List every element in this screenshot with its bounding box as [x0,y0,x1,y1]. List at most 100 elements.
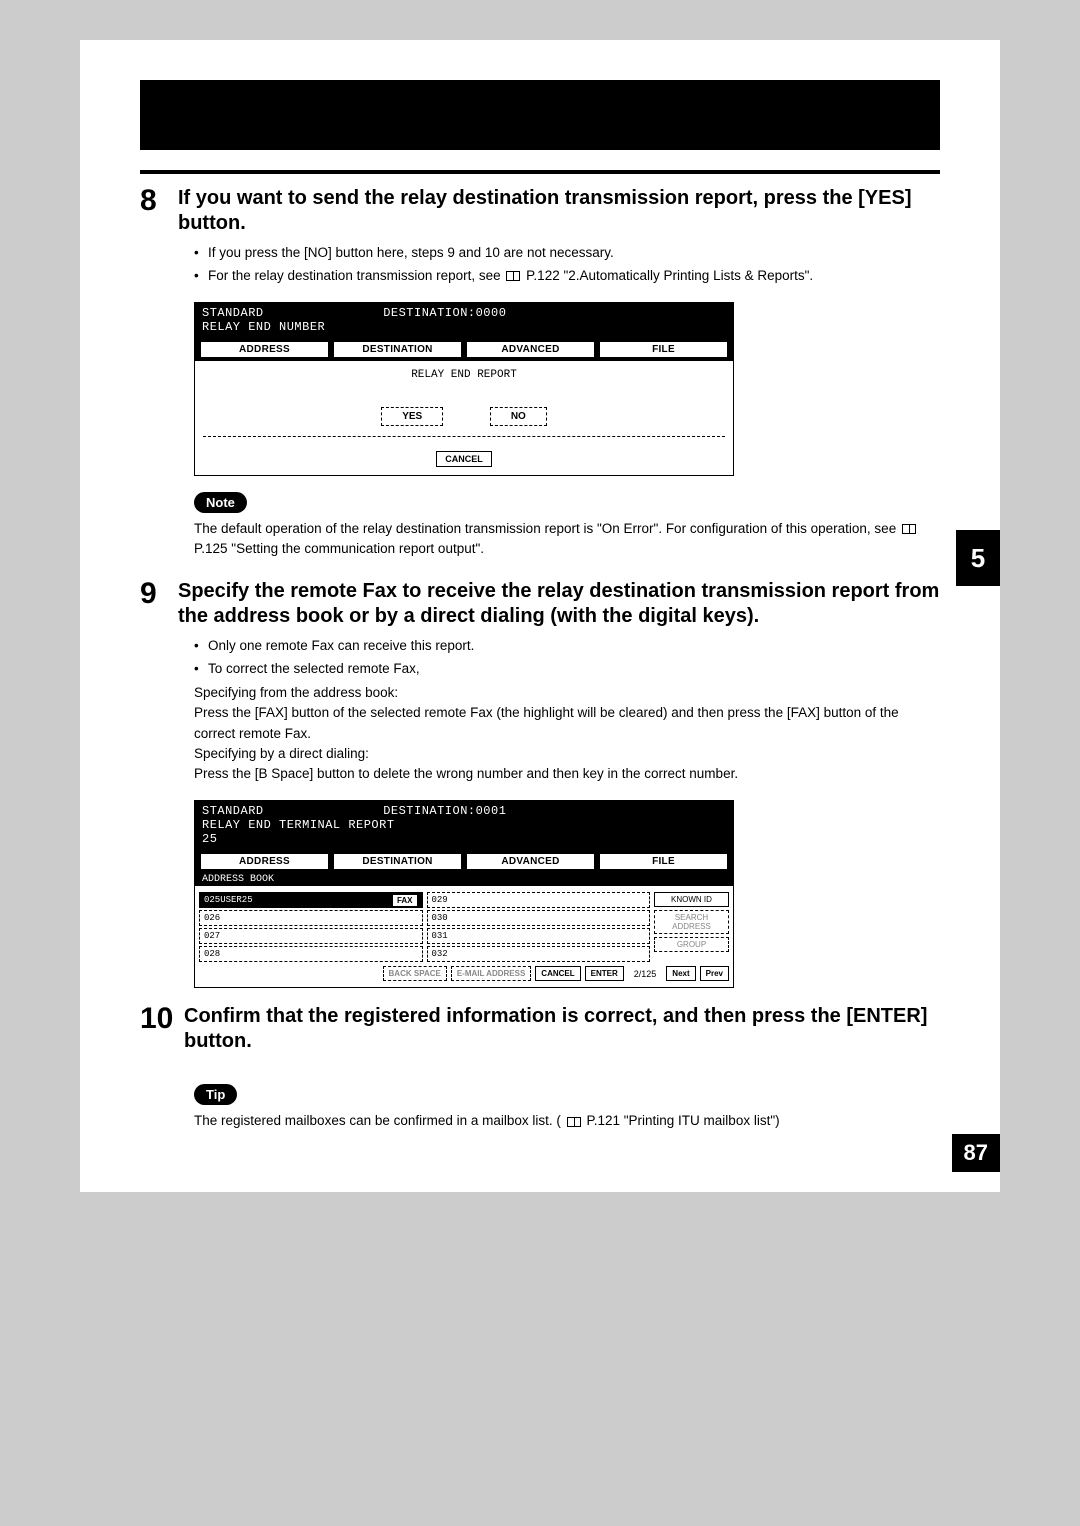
search-address-button[interactable]: SEARCH ADDRESS [654,910,729,934]
step-9: 9 Specify the remote Fax to receive the … [140,579,940,629]
step-8-body: • If you press the [NO] button here, ste… [194,244,940,286]
backspace-button[interactable]: BACK SPACE [383,966,447,981]
tab-advanced[interactable]: ADVANCED [466,341,595,358]
entry-num: 026 [204,913,220,923]
prev-button[interactable]: Prev [700,966,729,981]
step-number: 9 [140,579,178,629]
panel-title: RELAY END REPORT [203,369,725,381]
step-8: 8 If you want to send the relay destinat… [140,186,940,236]
bullet-text: For the relay destination transmission r… [208,267,940,286]
mode-label: STANDARD [202,306,264,320]
bullet-text-part: For the relay destination transmission r… [208,268,501,283]
tip-text: The registered mailboxes can be confirme… [194,1111,940,1131]
header-bar [140,80,940,150]
entry-num: 028 [204,949,220,959]
step-title: Confirm that the registered information … [184,1004,940,1054]
note-text-part: The default operation of the relay desti… [194,521,896,536]
address-entry[interactable]: 027 [199,928,423,944]
ui-screenshot-2: STANDARD DESTINATION:0001 RELAY END TERM… [194,800,734,988]
entry-num: 031 [432,931,448,941]
screen-header: STANDARD DESTINATION:0001 RELAY END TERM… [194,800,734,850]
group-button[interactable]: GROUP [654,937,729,952]
tab-bar: ADDRESS DESTINATION ADVANCED FILE [194,338,734,361]
no-button[interactable]: NO [490,407,547,426]
instruction-line: Press the [FAX] button of the selected r… [194,703,940,744]
step-10: 10 Confirm that the registered informati… [140,1004,940,1054]
fax-button[interactable]: FAX [392,894,418,907]
destination-counter: DESTINATION:0001 [383,804,506,818]
entry-name: USER25 [220,895,252,905]
bullet-text: To correct the selected remote Fax, [208,660,940,679]
entry-num: 032 [432,949,448,959]
tab-address[interactable]: ADDRESS [200,853,329,870]
address-entry[interactable]: 026 [199,910,423,926]
step-title: Specify the remote Fax to receive the re… [178,579,940,629]
address-entry[interactable]: 028 [199,946,423,962]
instruction-line: Specifying from the address book: [194,683,940,703]
cross-reference: P.125 "Setting the communication report … [194,541,484,556]
footer-bar: BACK SPACE E-MAIL ADDRESS CANCEL ENTER 2… [199,966,729,981]
entered-number: 25 [202,832,726,846]
page: 8 If you want to send the relay destinat… [80,40,1000,1192]
content-area: 8 If you want to send the relay destinat… [80,170,1000,1132]
sidebar-buttons: KNOWN ID SEARCH ADDRESS GROUP [654,890,729,962]
known-id-button[interactable]: KNOWN ID [654,892,729,907]
screen-subtitle: RELAY END NUMBER [202,320,726,334]
screen-subtitle: RELAY END TERMINAL REPORT [202,818,726,832]
address-entry[interactable]: 032 [427,946,651,962]
address-column-2: 029 030 031 032 [427,892,651,962]
note-label: Note [194,492,247,513]
entry-num: 027 [204,931,220,941]
bullet-text: Only one remote Fax can receive this rep… [208,637,940,656]
email-address-button[interactable]: E-MAIL ADDRESS [451,966,531,981]
tab-destination[interactable]: DESTINATION [333,341,462,358]
address-entry-selected[interactable]: 025USER25 FAX [199,892,423,908]
tip-text-part: The registered mailboxes can be confirme… [194,1113,561,1128]
bullet-dot: • [194,637,208,656]
screen-body: RELAY END REPORT YES NO CANCEL [194,361,734,476]
entry-num: 030 [432,913,448,923]
entry-num: 029 [432,895,448,905]
book-icon [902,524,916,534]
step-title: If you want to send the relay destinatio… [178,186,940,236]
bullet-dot: • [194,267,208,286]
address-entry[interactable]: 029 [427,892,651,908]
yes-button[interactable]: YES [381,407,443,426]
step-9-body: • Only one remote Fax can receive this r… [194,637,940,784]
tab-advanced[interactable]: ADVANCED [466,853,595,870]
tab-file[interactable]: FILE [599,853,728,870]
cancel-button[interactable]: CANCEL [535,966,580,981]
enter-button[interactable]: ENTER [585,966,624,981]
address-entry[interactable]: 030 [427,910,651,926]
next-button[interactable]: Next [666,966,695,981]
divider [203,436,725,437]
tab-destination[interactable]: DESTINATION [333,853,462,870]
tab-file[interactable]: FILE [599,341,728,358]
instruction-line: Specifying by a direct dialing: [194,744,940,764]
bullet-item: • If you press the [NO] button here, ste… [194,244,940,263]
page-number: 87 [952,1134,1000,1172]
book-icon [567,1117,581,1127]
step-number: 10 [140,1004,184,1054]
instruction-line: Press the [B Space] button to delete the… [194,764,940,784]
tab-bar: ADDRESS DESTINATION ADVANCED FILE [194,850,734,873]
destination-counter: DESTINATION:0000 [383,306,506,320]
tip-block: Tip The registered mailboxes can be conf… [194,1084,940,1131]
bullet-text: If you press the [NO] button here, steps… [208,244,940,263]
address-entry[interactable]: 031 [427,928,651,944]
chapter-tab: 5 [956,530,1000,586]
note-text: The default operation of the relay desti… [194,519,940,560]
horizontal-rule [140,170,940,174]
tip-label: Tip [194,1084,237,1105]
note-block: Note The default operation of the relay … [194,492,940,560]
book-icon [506,271,520,281]
step-number: 8 [140,186,178,236]
list-title: ADDRESS BOOK [194,873,734,886]
page-indicator: 2/125 [628,969,663,979]
cancel-button[interactable]: CANCEL [436,451,492,467]
tab-address[interactable]: ADDRESS [200,341,329,358]
entry-num: 025 [204,895,220,905]
cross-reference: P.122 "2.Automatically Printing Lists & … [526,268,813,283]
address-book-panel: 025USER25 FAX 026 027 028 029 030 031 [194,886,734,988]
address-column-1: 025USER25 FAX 026 027 028 [199,892,423,962]
